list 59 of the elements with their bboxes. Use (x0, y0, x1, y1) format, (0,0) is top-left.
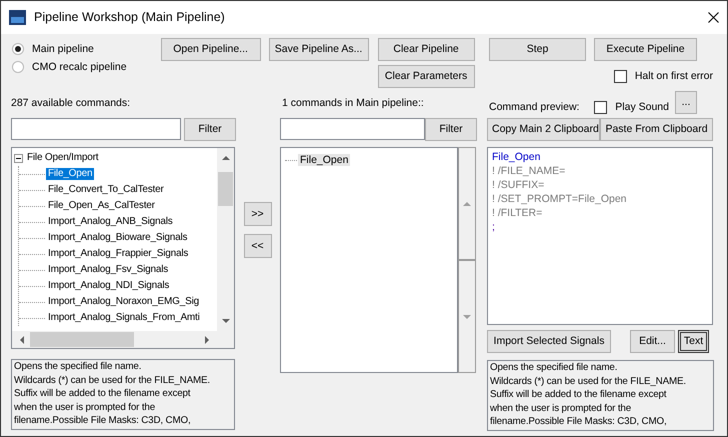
tree-item[interactable]: Import_Analog_Bioware_Signals (46, 232, 190, 244)
preview-line: ! /SUFFIX= (492, 179, 546, 193)
filter-button[interactable]: Filter (425, 118, 477, 140)
scrollbar-thumb[interactable] (30, 332, 134, 347)
radio-label: Main pipeline (32, 42, 94, 56)
description-text: Opens the specified file name. Wildcards (*) can be used for the FILE_NAME. Suffix will be added to the filename except when the user is prompted for the filename.Possible File Masks: C3D, CMO, (11, 359, 235, 430)
checkbox[interactable] (614, 70, 627, 83)
filter-field[interactable] (11, 118, 181, 140)
radio-button[interactable] (12, 61, 24, 73)
tree-item[interactable]: File_Open (46, 168, 94, 180)
tree-item[interactable]: File Open/Import (25, 152, 100, 164)
vertical-scrollbar[interactable] (217, 148, 234, 331)
copy-button[interactable]: Copy Main 2 Clipboard (487, 118, 600, 140)
scroll-down-button[interactable] (458, 260, 476, 373)
filter-button[interactable]: Filter (184, 118, 236, 140)
ellipsis-button[interactable]: ... (675, 91, 697, 114)
section-label: 1 commands in Main pipeline:: (282, 97, 424, 110)
checkbox-label: Play Sound (615, 101, 669, 114)
radio-button[interactable] (12, 43, 24, 55)
scroll-up-button[interactable] (458, 147, 476, 260)
app-icon (9, 10, 26, 25)
filter-field[interactable] (280, 118, 425, 140)
step-button[interactable]: Step (489, 38, 586, 61)
preview-line: ! /SET_PROMPT=File_Open (492, 193, 628, 207)
preview-line: ; (492, 221, 496, 235)
transfer-button[interactable]: << (244, 234, 272, 258)
paste-button[interactable]: Paste From Clipboard (600, 118, 713, 140)
preview-line: ! /FILE_NAME= (492, 165, 566, 179)
preview-line: File_Open (492, 151, 542, 165)
section-label: 287 available commands: (11, 97, 130, 110)
checkbox[interactable] (594, 101, 608, 114)
pipeline-item[interactable]: File_Open (298, 154, 350, 166)
tree-item[interactable]: Import_Analog_Signals_From_Amti (46, 312, 202, 324)
close-icon[interactable] (708, 12, 719, 23)
tree-item[interactable]: File_Convert_To_CalTester (46, 184, 166, 196)
action-button[interactable]: Edit... (630, 330, 675, 352)
action-button[interactable]: Text (678, 330, 709, 352)
window-title: Pipeline Workshop (Main Pipeline) (34, 10, 225, 25)
action-button[interactable]: Import Selected Signals (487, 330, 611, 352)
section-label: Command preview: (489, 101, 580, 114)
preview-line: ! /FILTER= (492, 207, 544, 221)
horizontal-scrollbar[interactable] (12, 331, 217, 348)
toolbar-button[interactable]: Save Pipeline As... (268, 38, 369, 61)
tree-item[interactable]: File_Open_As_CalTester (46, 200, 157, 212)
toolbar-button[interactable]: Clear Parameters (378, 65, 475, 88)
expand-toggle-icon[interactable] (14, 154, 23, 162)
toolbar-button[interactable]: Open Pipeline... (160, 38, 261, 61)
tree-item[interactable]: Import_Analog_NDI_Signals (46, 280, 172, 292)
radio-label: CMO recalc pipeline (32, 60, 127, 74)
description-text: Opens the specified file name. Wildcards (*) can be used for the FILE_NAME. Suffix will be added to the filename except when the user is prompted for the filename.Possible File Masks: C3D, CMO, (487, 360, 714, 431)
tree-item[interactable]: Import_Analog_Frappier_Signals (46, 248, 190, 260)
toolbar-button[interactable]: Clear Pipeline (378, 38, 475, 61)
tree-item[interactable]: Import_Analog_Noraxon_EMG_Sig (46, 296, 201, 308)
tree-item[interactable]: Import_Analog_ANB_Signals (46, 216, 175, 228)
scrollbar-thumb[interactable] (218, 172, 233, 206)
transfer-button[interactable]: >> (244, 202, 272, 226)
execute-button[interactable]: Execute Pipeline (594, 38, 697, 61)
checkbox-label: Halt on first error (634, 70, 713, 83)
tree-item[interactable]: Import_Analog_Fsv_Signals (46, 264, 170, 276)
